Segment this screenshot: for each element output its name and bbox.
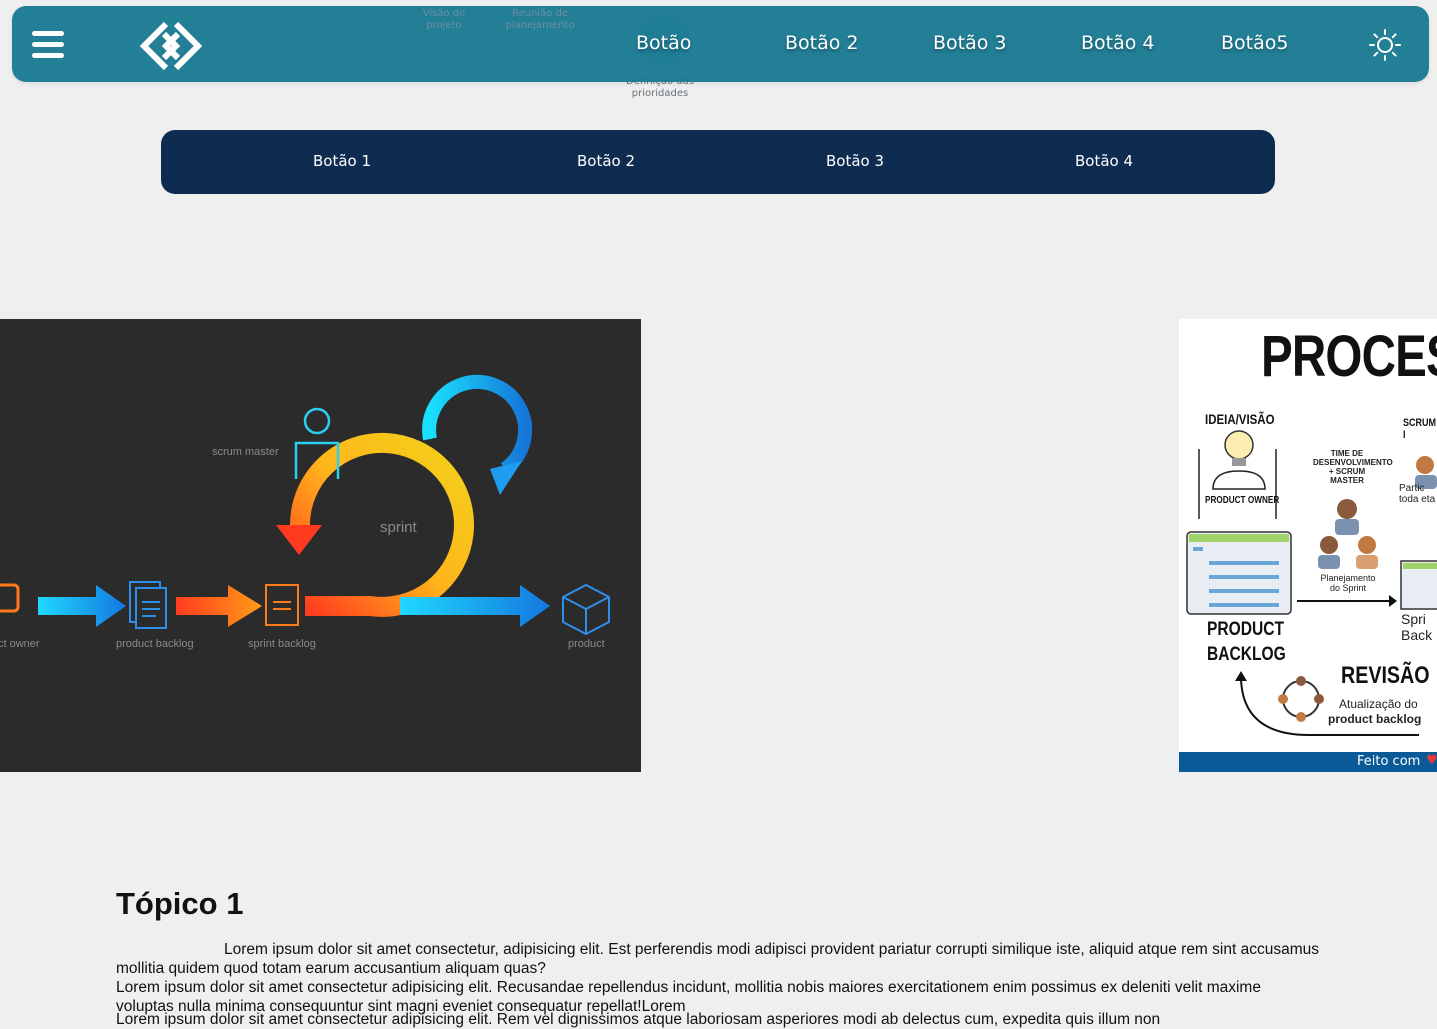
- carousel-image-process: PROCES IDEIA/VISÃO SCRUM I TIME DE DESEN…: [1179, 319, 1437, 772]
- sprint-backlog-label: Spri Back: [1401, 611, 1433, 643]
- topic-paragraph-1-text: Lorem ipsum dolor sit amet consectetur, …: [116, 941, 1319, 977]
- process-footer: Feito com ♥: [1179, 752, 1437, 772]
- label-product: product: [568, 638, 605, 650]
- footer-text: Feito com: [1357, 754, 1421, 769]
- atualizacao-label: Atualização do: [1339, 697, 1418, 711]
- revisao-label: REVISÃO: [1341, 662, 1430, 689]
- subnav-link-3[interactable]: Botão 3: [826, 152, 884, 170]
- partic-label: Partic toda eta: [1399, 483, 1436, 505]
- diamond-logo[interactable]: [136, 18, 206, 74]
- ghost-caption-planning: Reunião de planejamento: [505, 8, 575, 31]
- heart-icon: ♥: [1426, 753, 1437, 768]
- nav-link-1[interactable]: Botão: [636, 32, 691, 54]
- product-backlog-label: PRODUCT BACKLOG: [1207, 619, 1286, 665]
- product-cube-icon: [562, 583, 610, 636]
- sun-icon[interactable]: [1368, 28, 1402, 62]
- carousel-image-scrum: scrum master sprint ct owner product bac…: [0, 319, 641, 772]
- topic-title: Tópico 1: [116, 886, 244, 921]
- planejamento-label: Planejamento do Sprint: [1320, 573, 1376, 593]
- ghost-caption-vision: Visão do projeto: [422, 8, 466, 31]
- nav-link-4[interactable]: Botão 4: [1081, 32, 1155, 54]
- label-sprint-backlog: sprint backlog: [248, 638, 316, 650]
- subnav-link-1[interactable]: Botão 1: [313, 152, 371, 170]
- topic-body: Lorem ipsum dolor sit amet consectetur, …: [116, 940, 1321, 1029]
- arrow-2: [176, 585, 262, 627]
- subnav-link-2[interactable]: Botão 2: [577, 152, 635, 170]
- label-scrum-master: scrum master: [212, 446, 279, 458]
- product-backlog-icon: [129, 581, 167, 629]
- label-product-owner: ct owner: [0, 638, 40, 650]
- sprint-loop-arrowhead: [276, 525, 322, 555]
- nav-link-5[interactable]: Botão5: [1221, 32, 1288, 54]
- top-navbar: Visão do projeto Reunião de planejamento…: [12, 6, 1429, 82]
- topic-paragraph-1: Lorem ipsum dolor sit amet consectetur, …: [116, 940, 1321, 978]
- label-product-backlog: product backlog: [116, 638, 194, 650]
- product-owner-label: PRODUCT OWNER: [1205, 495, 1280, 506]
- scrum-diagram: [0, 374, 610, 636]
- nav-link-3[interactable]: Botão 3: [933, 32, 1007, 54]
- nav-link-2[interactable]: Botão 2: [785, 32, 859, 54]
- atualizacao-bold-label: product backlog: [1328, 712, 1422, 726]
- secondary-navbar: Botão 1 Botão 2 Botão 3 Botão 4: [161, 130, 1275, 194]
- sprint-backlog-icon: [265, 584, 299, 626]
- topic-paragraph-3: Lorem ipsum dolor sit amet consectetur a…: [116, 1011, 1161, 1028]
- label-sprint: sprint: [380, 519, 417, 536]
- arrow-1: [38, 585, 126, 627]
- subnav-link-4[interactable]: Botão 4: [1075, 152, 1133, 170]
- hamburger-menu-icon[interactable]: [32, 31, 64, 59]
- product-owner-icon: [0, 583, 20, 613]
- daily-loop: [422, 374, 533, 475]
- daily-loop-arrowhead: [490, 461, 522, 495]
